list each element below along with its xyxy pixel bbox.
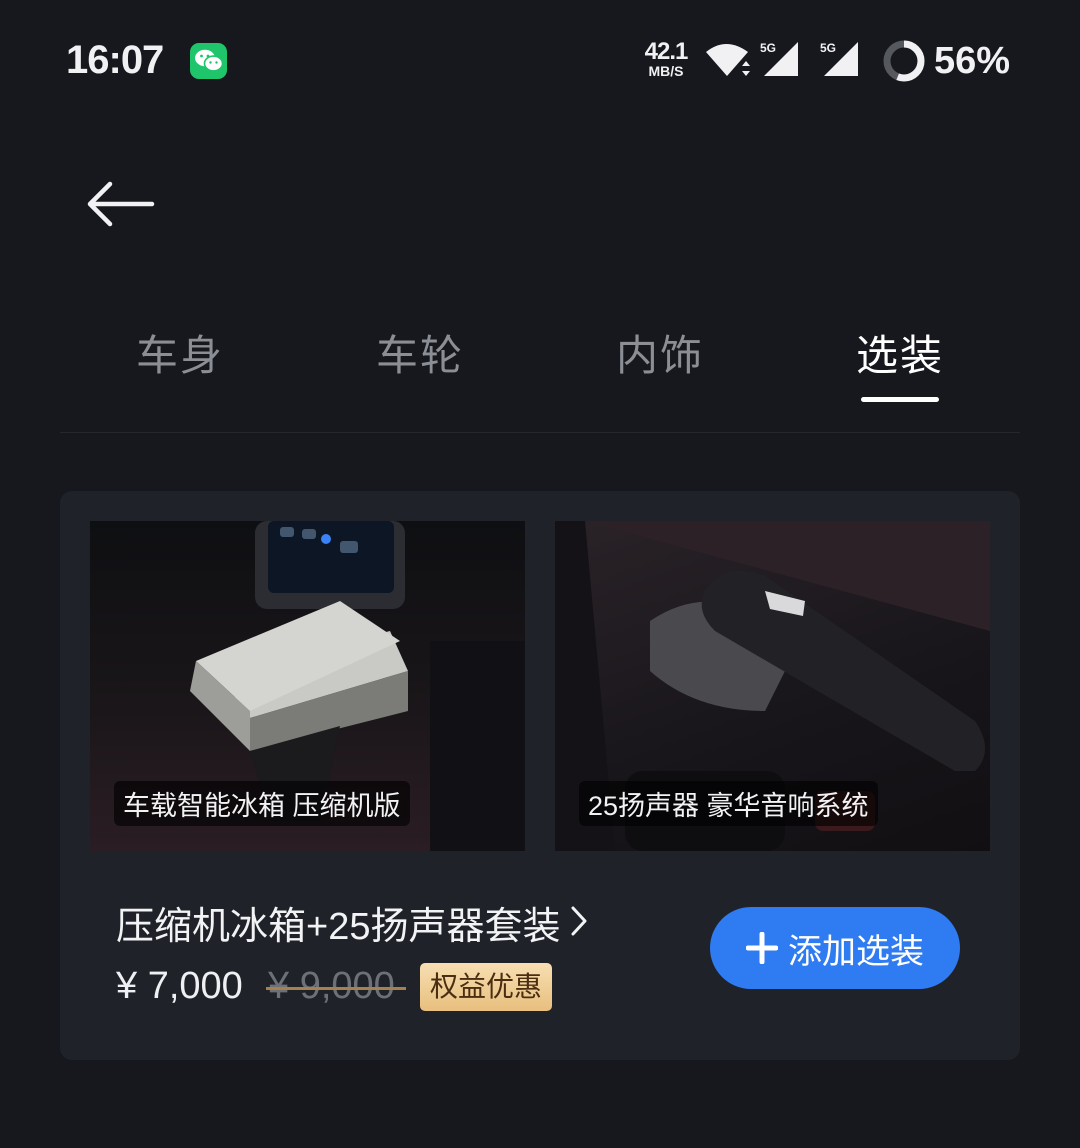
status-time: 16:07: [66, 38, 164, 82]
network-speed: 42.1 MB/S: [640, 38, 692, 79]
tab-wheels[interactable]: 车轮: [300, 322, 540, 383]
network-speed-value: 42.1: [644, 38, 689, 65]
active-tab-indicator: [861, 397, 939, 402]
signal-icon: 5G: [760, 41, 798, 76]
wechat-icon: [190, 43, 227, 79]
add-option-button[interactable]: 添加选装: [710, 907, 960, 989]
tab-bar: 车身 车轮 内饰 选装: [60, 300, 1020, 433]
discount-badge: 权益优惠: [420, 963, 553, 1011]
current-price: ¥ 7,000: [116, 965, 243, 1007]
tab-options[interactable]: 选装: [780, 322, 1020, 383]
wifi-icon: [706, 44, 750, 76]
fridge-image: 车载智能冰箱 压缩机版: [90, 521, 525, 851]
network-speed-unit: MB/S: [648, 63, 684, 79]
tab-body[interactable]: 车身: [60, 322, 300, 383]
arrow-left-icon: [87, 181, 155, 227]
package-title[interactable]: 压缩机冰箱+25扬声器套装: [116, 895, 588, 950]
signal2-label: 5G: [820, 41, 836, 55]
plus-icon: [746, 932, 778, 964]
battery-icon: [883, 40, 925, 82]
fridge-caption: 车载智能冰箱 压缩机版: [114, 781, 410, 826]
original-price-strike: [266, 987, 406, 990]
speaker-caption: 25扬声器 豪华音响系统: [579, 781, 878, 826]
speaker-image: 25扬声器 豪华音响系统: [555, 521, 990, 851]
back-button[interactable]: [84, 176, 156, 232]
tab-interior[interactable]: 内饰: [540, 322, 780, 383]
chevron-right-icon: [571, 906, 587, 936]
signal1-label: 5G: [760, 41, 776, 55]
signal-icon-2: 5G: [820, 41, 858, 76]
option-package-card: 车载智能冰箱 压缩机版 25扬声器 豪华音响系统 压缩机冰箱+25扬声器套装 ¥…: [60, 491, 1020, 1060]
package-title-text: 压缩机冰箱+25扬声器套装: [116, 906, 561, 948]
battery-percent: 56%: [934, 40, 1011, 82]
add-option-label: 添加选装: [788, 932, 924, 971]
status-bar: 16:07 42.1 MB/S 5G 5G 56%: [0, 0, 1080, 120]
